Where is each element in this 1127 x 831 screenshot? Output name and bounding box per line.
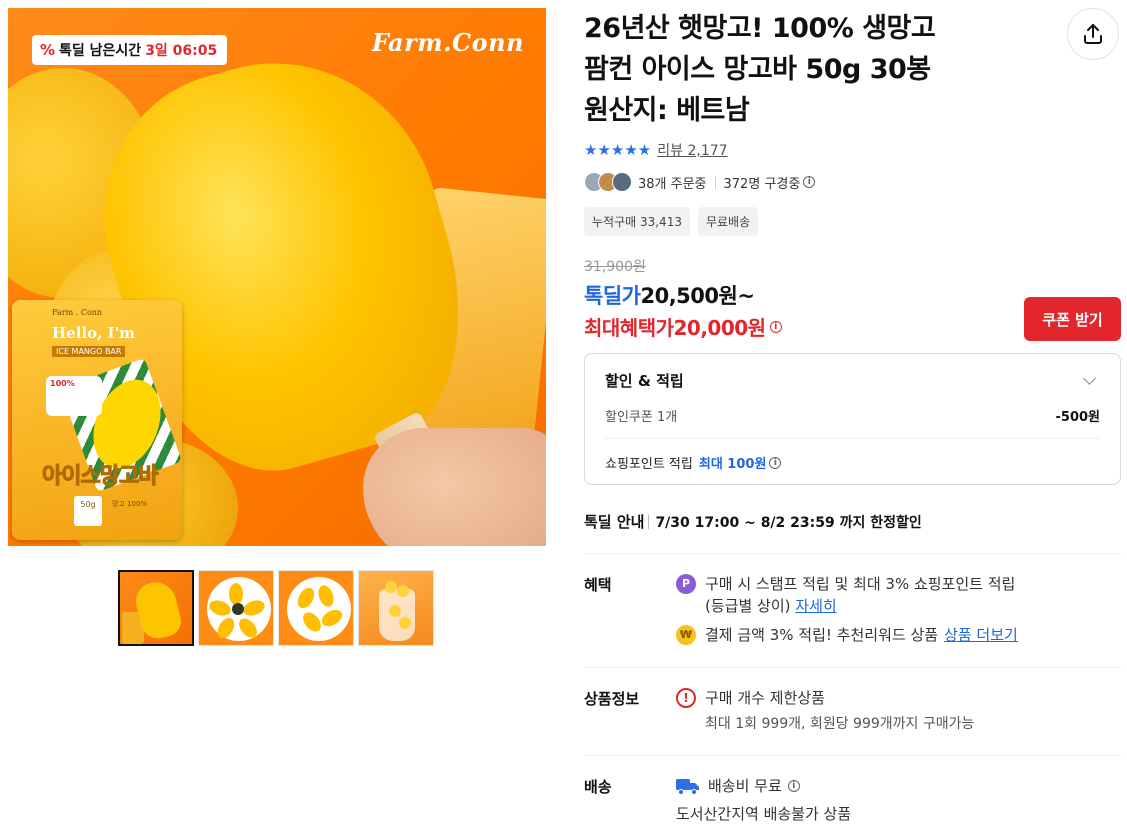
chevron-down-icon[interactable]	[1083, 371, 1096, 385]
deal-price: 20,500원~	[640, 284, 755, 308]
section-divider	[584, 553, 1121, 554]
discount-panel-title: 할인 & 적립	[605, 371, 684, 390]
shipping-label: 배송	[584, 778, 612, 796]
review-link[interactable]: 리뷰 2,177	[657, 140, 727, 160]
more-products-link[interactable]: 상품 더보기	[944, 624, 1018, 646]
points-label: 쇼핑포인트 적립	[605, 457, 693, 472]
brand-logo: Farm.Conn	[371, 28, 524, 57]
avatar	[612, 172, 632, 192]
benefits-label: 혜택	[584, 576, 612, 594]
hand-holding-bar	[363, 428, 546, 546]
product-info-label: 상품정보	[584, 690, 640, 708]
title-line: 원산지: 베트남	[584, 95, 750, 126]
info-icon[interactable]: i	[787, 780, 800, 792]
get-coupon-button[interactable]: 쿠폰 받기	[1024, 297, 1121, 341]
deal-info-label: 톡딜 안내	[584, 513, 645, 531]
package-hello-text: Hello, I'm	[52, 324, 136, 342]
percent-icon: %	[40, 41, 56, 59]
viewing-count: 372명 구경중	[723, 176, 801, 192]
star-rating: ★★★★★	[584, 141, 652, 159]
section-divider	[584, 755, 1121, 756]
deal-timer-badge: % 톡딜 남은시간 3일 06:05	[32, 35, 228, 65]
benefit-text: (등급별 상이)	[705, 597, 791, 615]
timer-label: 톡딜 남은시간	[59, 43, 142, 59]
benefit-text: 구매 시 스탬프 적립 및 최대 3% 쇼핑포인트 적립	[705, 575, 1016, 593]
thumbnail-2[interactable]	[198, 570, 274, 646]
title-line: 팜컨 아이스 망고바 50g 30봉	[584, 54, 931, 85]
section-divider	[584, 667, 1121, 668]
share-icon	[1084, 24, 1102, 44]
shipping-fee: 배송비 무료	[708, 777, 782, 795]
purchase-limit-title: 구매 개수 제한상품	[705, 689, 825, 707]
product-title: 26년산 햇망고! 100% 생망고 팜컨 아이스 망고바 50g 30봉 원산…	[584, 8, 1034, 131]
thumbnail-1[interactable]	[118, 570, 194, 646]
product-info-line: ! 구매 개수 제한상품 최대 1회 999개, 회원당 999개까지 구매가능	[676, 687, 974, 735]
share-button[interactable]	[1067, 8, 1119, 60]
package-brand: Farm . Conn	[52, 308, 103, 317]
alert-icon: !	[676, 688, 696, 708]
info-icon[interactable]: i	[769, 320, 782, 333]
buyer-avatars	[584, 172, 632, 192]
truck-icon	[676, 779, 699, 795]
product-package: Farm . Conn Hello, I'm ICE MANGO BAR 100…	[12, 300, 183, 540]
tag-cumulative-purchases: 누적구매 33,413	[584, 207, 690, 236]
shipping-restriction-text: 도서산간지역 배송불가 상품	[676, 805, 852, 823]
benefit-line-1: P 구매 시 스탬프 적립 및 최대 3% 쇼핑포인트 적립 (등급별 상이) …	[676, 573, 1015, 617]
divider	[714, 175, 716, 189]
purchase-limit-detail: 최대 1회 999개, 회원당 999개까지 구매가능	[705, 716, 975, 732]
points-row: 쇼핑포인트 적립 최대 100원 i	[605, 439, 1100, 472]
info-icon[interactable]: i	[769, 456, 782, 469]
tag-free-shipping: 무료배송	[697, 207, 759, 236]
points-max: 최대 100원	[698, 457, 767, 472]
timer-value: 3일 06:05	[145, 43, 218, 59]
title-line: 26년산 햇망고! 100% 생망고	[584, 13, 936, 44]
thumbnail-strip	[118, 570, 434, 646]
coupon-amount: -500원	[1055, 410, 1101, 425]
coupon-row: 할인쿠폰 1개 -500원	[605, 406, 1100, 436]
package-title: 아이스망고바	[41, 464, 158, 490]
max-benefit-label: 최대혜택가	[584, 316, 674, 340]
rating-row: ★★★★★ 리뷰 2,177	[584, 140, 728, 160]
package-weight: 50g	[74, 496, 102, 526]
shipping-restriction: 도서산간지역 배송불가 상품	[676, 803, 851, 825]
benefit-line-2: ₩ 결제 금액 3% 적립! 추천리워드 상품 상품 더보기	[676, 624, 1018, 646]
benefit-text: 결제 금액 3% 적립! 추천리워드 상품	[705, 626, 939, 644]
product-main-image: Farm . Conn Hello, I'm ICE MANGO BAR 100…	[8, 8, 546, 546]
discount-points-panel: 할인 & 적립 할인쿠폰 1개 -500원 쇼핑포인트 적립 최대 100원 i	[584, 353, 1121, 485]
max-benefit-price: 20,000원	[673, 316, 767, 340]
points-p-icon: P	[676, 574, 696, 594]
buyers-activity-row: 38개 주문중 372명 구경중 i	[584, 172, 816, 192]
thumbnail-4[interactable]	[358, 570, 434, 646]
discount-panel-header[interactable]: 할인 & 적립	[605, 354, 1100, 406]
deal-info-value: 7/30 17:00 ~ 8/2 23:59 까지 한정할인	[655, 514, 922, 531]
info-icon[interactable]: i	[803, 176, 816, 188]
package-subtitle: ICE MANGO BAR	[52, 346, 126, 357]
deal-info-row: 톡딜 안내 7/30 17:00 ~ 8/2 23:59 까지 한정할인	[584, 511, 922, 532]
benefit-details-link[interactable]: 자세히	[795, 597, 836, 615]
thumbnail-3[interactable]	[278, 570, 354, 646]
ordering-count: 38개 주문중	[638, 176, 707, 192]
won-coin-icon: ₩	[676, 625, 696, 645]
shipping-line: 배송비 무료 i	[676, 775, 800, 797]
package-badge: 100%	[46, 376, 102, 416]
coupon-label: 할인쿠폰 1개	[605, 410, 678, 425]
package-note: 망고 100%	[112, 500, 148, 508]
divider	[648, 514, 650, 529]
original-price: 31,900원	[584, 259, 646, 275]
deal-price-label: 톡딜가	[584, 284, 641, 308]
deal-price-row: 톡딜가20,500원~	[584, 280, 755, 310]
product-tags: 누적구매 33,413 무료배송	[584, 207, 759, 236]
max-benefit-row: 최대혜택가 20,000원 i	[584, 312, 782, 341]
